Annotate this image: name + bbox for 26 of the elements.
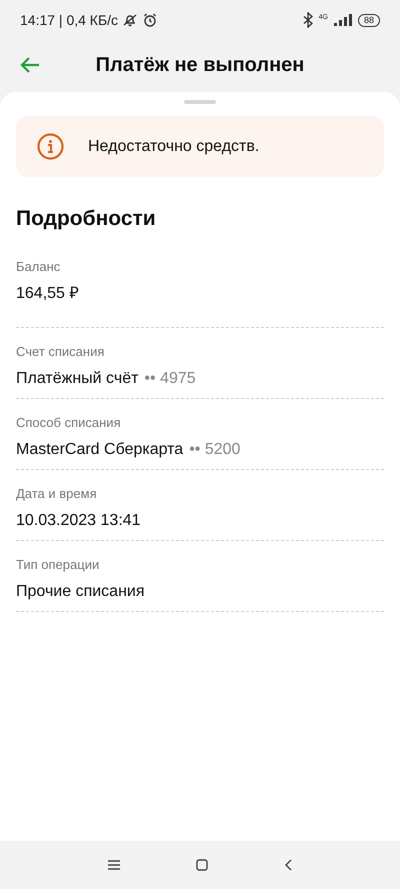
home-square-icon[interactable]: [196, 859, 208, 871]
section-title: Подробности: [16, 206, 157, 232]
detail-label: Счет списания: [16, 342, 104, 360]
detail-value: 164,55 ₽: [16, 284, 78, 304]
alarm-clock-icon: [142, 12, 158, 28]
masked-number: •• 5200: [189, 440, 240, 460]
detail-value: MasterCard Сберкарта: [16, 440, 184, 460]
status-time: 14:17 | 0,4 КБ/с: [20, 10, 118, 30]
masked-number: •• 4975: [144, 369, 196, 389]
detail-value: Прочие списания: [16, 582, 144, 602]
detail-label: Тип операции: [16, 556, 100, 574]
detail-label: Дата и время: [16, 484, 97, 503]
detail-label: Способ списания: [16, 414, 121, 432]
battery-indicator: 88: [358, 14, 380, 26]
detail-label: Баланс: [16, 258, 60, 276]
bluetooth-icon: [302, 12, 313, 28]
drag-handle[interactable]: [184, 100, 216, 104]
back-chevron-icon[interactable]: [284, 859, 292, 871]
signal-icon: [334, 14, 352, 26]
menu-icon[interactable]: [108, 860, 120, 870]
bell-off-icon: [122, 12, 138, 28]
screen-title: Платёж не выполнен: [96, 53, 304, 78]
info-icon: [37, 133, 64, 160]
detail-value: 10.03.2023 13:41: [16, 511, 141, 531]
detail-value: Платёжный счёт: [16, 369, 138, 389]
alert-message: Недостаточно средств.: [88, 136, 260, 156]
